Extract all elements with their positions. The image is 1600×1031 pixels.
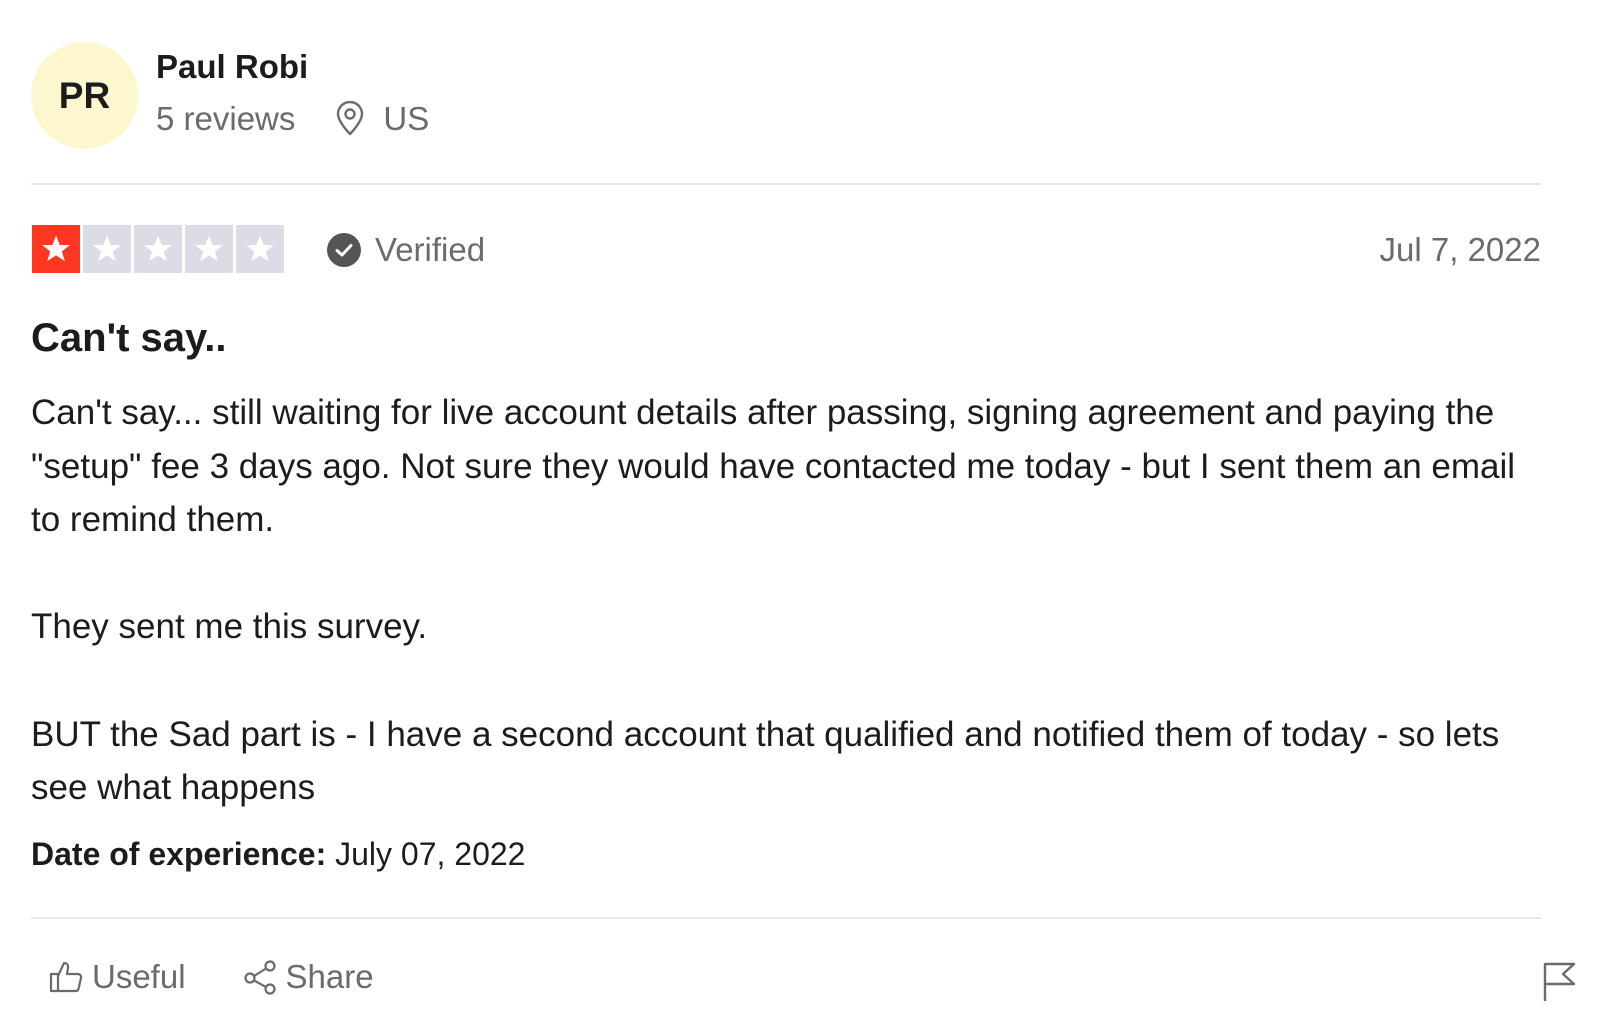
reviewer-meta: 5 reviews US xyxy=(156,100,429,138)
experience-date: July 07, 2022 xyxy=(335,836,526,872)
check-circle-icon xyxy=(327,233,361,267)
star-filled-icon xyxy=(32,225,80,273)
experience-label: Date of experience: xyxy=(31,836,327,872)
reviewer-name[interactable]: Paul Robi xyxy=(156,48,308,86)
flag-icon xyxy=(1541,960,1577,1002)
review-title[interactable]: Can't say.. xyxy=(31,316,227,361)
star-empty-icon xyxy=(134,225,182,273)
share-icon xyxy=(242,959,278,995)
review-paragraph: Can't say... still waiting for live acco… xyxy=(31,393,1516,540)
review-card: PR Paul Robi 5 reviews US Verified Jul 7… xyxy=(31,0,1577,1031)
review-paragraph: They sent me this survey. xyxy=(31,607,428,647)
reviews-count: 5 reviews xyxy=(156,100,296,137)
review-body: Can't say... still waiting for live acco… xyxy=(31,386,1531,815)
footer-divider xyxy=(31,917,1541,919)
review-paragraph: BUT the Sad part is - I have a second ac… xyxy=(31,714,1500,808)
share-button[interactable]: Share xyxy=(242,958,374,996)
share-label: Share xyxy=(285,958,374,995)
reviewer-location: US xyxy=(383,100,430,137)
review-actions: Useful Share xyxy=(48,958,374,996)
date-of-experience: Date of experience: July 07, 2022 xyxy=(31,836,525,873)
thumbs-up-icon xyxy=(48,959,84,995)
report-flag-button[interactable] xyxy=(1541,960,1577,1002)
avatar[interactable]: PR xyxy=(31,42,138,149)
reviewer-header: PR Paul Robi 5 reviews US xyxy=(31,40,1577,150)
map-pin-icon xyxy=(333,101,367,137)
star-empty-icon xyxy=(236,225,284,273)
header-divider xyxy=(31,183,1541,185)
rating-row: Verified Jul 7, 2022 xyxy=(31,225,1541,275)
star-empty-icon xyxy=(83,225,131,273)
review-date: Jul 7, 2022 xyxy=(1379,231,1541,268)
star-empty-icon xyxy=(185,225,233,273)
verified-badge: Verified xyxy=(327,231,485,269)
verified-label: Verified xyxy=(375,231,486,268)
useful-label: Useful xyxy=(92,958,186,995)
star-rating xyxy=(32,225,284,273)
useful-button[interactable]: Useful xyxy=(48,958,186,996)
